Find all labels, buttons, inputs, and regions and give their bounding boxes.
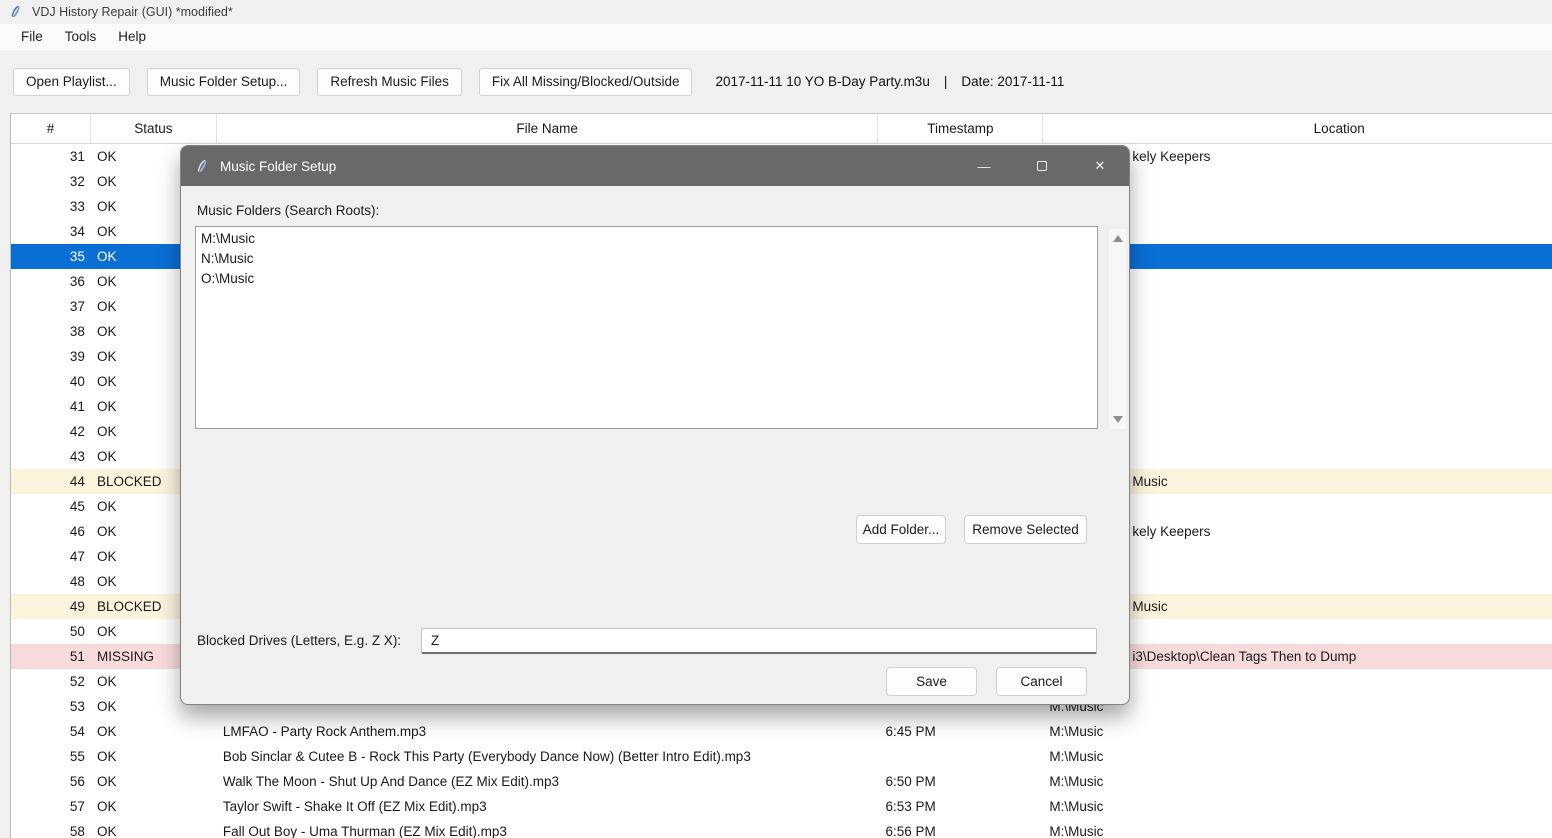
- row-file-name: Bob Sinclar & Cutee B - Rock This Party …: [217, 744, 879, 769]
- table-row[interactable]: 54OKLMFAO - Party Rock Anthem.mp36:45 PM…: [11, 719, 1552, 744]
- blocked-drives-label: Blocked Drives (Letters, E.g. Z X):: [197, 633, 401, 648]
- menu-item-tools[interactable]: Tools: [54, 24, 108, 50]
- row-number: 39: [11, 344, 91, 369]
- menu-bar: FileToolsHelp: [0, 24, 1552, 50]
- row-number: 34: [11, 219, 91, 244]
- row-number: 33: [11, 194, 91, 219]
- row-number: 55: [11, 744, 91, 769]
- python-icon: [195, 159, 210, 174]
- remove-selected-button[interactable]: Remove Selected: [964, 515, 1087, 544]
- row-number: 35: [11, 244, 91, 269]
- music-folder-item[interactable]: O:\Music: [201, 269, 1092, 289]
- music-folders-label: Music Folders (Search Roots):: [197, 203, 379, 218]
- column-header-2[interactable]: File Name: [217, 114, 879, 143]
- row-location: M:\Music: [1043, 744, 1552, 769]
- listbox-scrollbar[interactable]: [1109, 229, 1126, 429]
- row-number: 56: [11, 769, 91, 794]
- row-number: 36: [11, 269, 91, 294]
- table-header: #StatusFile NameTimestampLocation: [11, 114, 1552, 144]
- column-header-0[interactable]: #: [11, 114, 91, 143]
- music-folder-item[interactable]: M:\Music: [201, 229, 1092, 249]
- row-status: OK: [91, 744, 217, 769]
- fix-all-button[interactable]: Fix All Missing/Blocked/Outside: [479, 68, 693, 96]
- window-title: VDJ History Repair (GUI) *modified*: [32, 5, 233, 19]
- column-header-4[interactable]: Location: [1043, 114, 1552, 143]
- add-folder-button[interactable]: Add Folder...: [856, 515, 946, 544]
- close-icon: ✕: [1095, 158, 1106, 174]
- row-number: 48: [11, 569, 91, 594]
- row-number: 32: [11, 169, 91, 194]
- row-number: 49: [11, 594, 91, 619]
- row-number: 43: [11, 444, 91, 469]
- row-number: 37: [11, 294, 91, 319]
- row-location: M:\Music: [1043, 719, 1552, 744]
- row-number: 47: [11, 544, 91, 569]
- minimize-icon: —: [978, 159, 991, 174]
- row-number: 54: [11, 719, 91, 744]
- maximize-icon: [1037, 161, 1047, 171]
- maximize-button[interactable]: [1013, 146, 1071, 186]
- row-timestamp: 6:53 PM: [878, 794, 1043, 819]
- column-header-3[interactable]: Timestamp: [878, 114, 1043, 143]
- row-status: OK: [91, 769, 217, 794]
- refresh-music-files-button[interactable]: Refresh Music Files: [317, 68, 462, 96]
- row-number: 40: [11, 369, 91, 394]
- row-status: OK: [91, 819, 217, 838]
- row-timestamp: 6:56 PM: [878, 819, 1043, 838]
- scroll-down-icon[interactable]: [1113, 416, 1123, 423]
- row-number: 44: [11, 469, 91, 494]
- music-folders-listbox[interactable]: M:\MusicN:\MusicO:\Music: [195, 226, 1098, 429]
- row-number: 53: [11, 694, 91, 719]
- row-file-name: Taylor Swift - Shake It Off (EZ Mix Edit…: [217, 794, 879, 819]
- playlist-date: Date: 2017-11-11: [961, 74, 1064, 89]
- table-row[interactable]: 55OKBob Sinclar & Cutee B - Rock This Pa…: [11, 744, 1552, 769]
- row-timestamp: [878, 744, 1043, 769]
- table-row[interactable]: 56OKWalk The Moon - Shut Up And Dance (E…: [11, 769, 1552, 794]
- menu-item-help[interactable]: Help: [107, 24, 157, 50]
- music-folder-item[interactable]: N:\Music: [201, 249, 1092, 269]
- toolbar: Open Playlist... Music Folder Setup... Ref…: [0, 50, 1552, 113]
- column-header-1[interactable]: Status: [91, 114, 217, 143]
- blocked-drives-input[interactable]: [421, 628, 1097, 654]
- row-timestamp: 6:45 PM: [878, 719, 1043, 744]
- row-number: 58: [11, 819, 91, 838]
- row-number: 57: [11, 794, 91, 819]
- row-location: M:\Music: [1043, 794, 1552, 819]
- row-file-name: Fall Out Boy - Uma Thurman (EZ Mix Edit)…: [217, 819, 879, 838]
- menu-item-file[interactable]: File: [10, 24, 54, 50]
- app-window: VDJ History Repair (GUI) *modified* File…: [0, 0, 1552, 838]
- row-file-name: LMFAO - Party Rock Anthem.mp3: [217, 719, 879, 744]
- table-row[interactable]: 57OKTaylor Swift - Shake It Off (EZ Mix …: [11, 794, 1552, 819]
- row-number: 38: [11, 319, 91, 344]
- toolbar-separator: |: [944, 74, 948, 89]
- dialog-title: Music Folder Setup: [220, 159, 336, 174]
- row-file-name: Walk The Moon - Shut Up And Dance (EZ Mi…: [217, 769, 879, 794]
- row-location: M:\Music: [1043, 769, 1552, 794]
- python-icon: [9, 5, 23, 19]
- table-row[interactable]: 58OKFall Out Boy - Uma Thurman (EZ Mix E…: [11, 819, 1552, 838]
- row-number: 51: [11, 644, 91, 669]
- open-playlist-button[interactable]: Open Playlist...: [13, 68, 130, 96]
- window-titlebar: VDJ History Repair (GUI) *modified*: [0, 0, 1552, 24]
- row-number: 46: [11, 519, 91, 544]
- scroll-up-icon[interactable]: [1113, 235, 1123, 242]
- dialog-titlebar[interactable]: Music Folder Setup — ✕: [181, 146, 1129, 186]
- row-number: 31: [11, 144, 91, 169]
- close-button[interactable]: ✕: [1071, 146, 1129, 186]
- row-number: 52: [11, 669, 91, 694]
- row-number: 50: [11, 619, 91, 644]
- cancel-button[interactable]: Cancel: [996, 667, 1087, 696]
- row-number: 41: [11, 394, 91, 419]
- row-timestamp: 6:50 PM: [878, 769, 1043, 794]
- row-number: 45: [11, 494, 91, 519]
- row-status: OK: [91, 794, 217, 819]
- music-folder-setup-dialog: Music Folder Setup — ✕ Music Folders (Se…: [180, 145, 1130, 705]
- save-button[interactable]: Save: [886, 667, 977, 696]
- music-folder-setup-button[interactable]: Music Folder Setup...: [147, 68, 301, 96]
- row-number: 42: [11, 419, 91, 444]
- minimize-button[interactable]: —: [955, 146, 1013, 186]
- row-status: OK: [91, 719, 217, 744]
- playlist-name: 2017-11-11 10 YO B-Day Party.m3u: [715, 74, 929, 89]
- row-location: M:\Music: [1043, 819, 1552, 838]
